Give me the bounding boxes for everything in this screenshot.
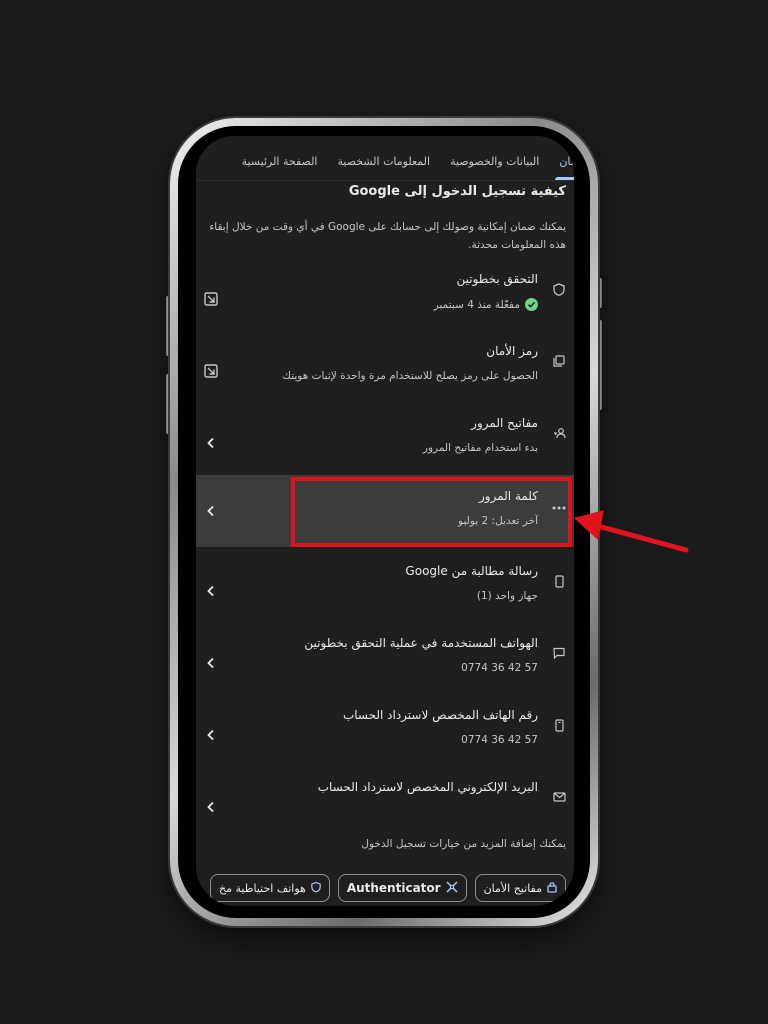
chevron-left-icon[interactable] — [200, 796, 222, 818]
chip-label: هواتف احتياطية مخ — [219, 881, 306, 895]
row-subtitle: مفعّلة منذ 4 سبتمبر — [434, 298, 538, 311]
chevron-left-icon[interactable] — [200, 724, 222, 746]
backup-phones-chip[interactable]: هواتف احتياطية مخ — [210, 874, 330, 902]
person-key-icon — [552, 426, 566, 440]
shield-icon — [311, 881, 321, 896]
row-title: رسالة مطالبة من Google — [405, 564, 538, 578]
external-link-icon[interactable] — [200, 360, 222, 382]
security-keys-chip[interactable]: مفاتيح الأمان — [474, 874, 566, 902]
row-passkeys[interactable]: مفاتيح المرور بدء استخدام مفاتيح المرور — [196, 408, 574, 480]
tab-personal-info[interactable]: المعلومات الشخصية — [328, 155, 441, 180]
row-subtitle: الحصول على رمز يصلح للاستخدام مرة واحدة … — [282, 370, 538, 382]
row-subtitle: 0774 36 42 57 — [461, 662, 538, 674]
tab-data-privacy[interactable]: البيانات والخصوصية — [440, 155, 549, 180]
row-recovery-email[interactable]: البريد الإلكتروني المخصص لاسترداد الحساب — [196, 772, 574, 844]
row-subtitle: بدء استخدام مفاتيح المرور — [422, 442, 538, 454]
shield-icon — [552, 282, 566, 296]
chip-label: Authenticator — [346, 881, 441, 895]
row-title: التحقق بخطوتين — [456, 272, 538, 286]
section-description: يمكنك ضمان إمكانية وصولك إلى حسابك على G… — [209, 221, 566, 251]
row-security-code[interactable]: رمز الأمان الحصول على رمز يصلح للاستخدام… — [196, 336, 574, 408]
row-recovery-phone[interactable]: رقم الهاتف المخصص لاسترداد الحساب 0774 3… — [196, 700, 574, 772]
more-options-text: يمكنك إضافة المزيد من خيارات تسجيل الدخو… — [361, 838, 566, 850]
highlight-box — [291, 477, 572, 547]
row-two-step-verification[interactable]: التحقق بخطوتين مفعّلة منذ 4 سبتمبر — [196, 264, 574, 336]
row-title: رقم الهاتف المخصص لاسترداد الحساب — [342, 708, 538, 722]
row-subtitle: جهاز واحد (1) — [476, 590, 538, 602]
authenticator-icon — [446, 880, 458, 896]
chevron-left-icon[interactable] — [200, 432, 222, 454]
row-subtitle: 0774 36 42 57 — [461, 734, 538, 746]
row-two-step-phones[interactable]: الهواتف المستخدمة في عملية التحقق بخطوتي… — [196, 628, 574, 700]
red-arrow-icon — [574, 510, 689, 553]
row-title: رمز الأمان — [486, 344, 538, 358]
authenticator-chip[interactable]: Authenticator — [337, 874, 467, 902]
section-title: كيفية تسجيل الدخول إلى Google — [348, 184, 566, 199]
tab-bar: الأمان البيانات والخصوصية المعلومات الشخ… — [196, 136, 574, 181]
chip-label: مفاتيح الأمان — [483, 881, 542, 895]
mobile-icon — [552, 718, 566, 732]
check-circle-icon — [525, 298, 538, 311]
message-icon — [552, 646, 566, 660]
status-text: مفعّلة منذ 4 سبتمبر — [433, 298, 520, 311]
mail-icon — [552, 790, 566, 804]
tab-security[interactable]: الأمان — [549, 155, 574, 180]
copy-code-icon — [552, 354, 566, 368]
chevron-left-icon[interactable] — [200, 652, 222, 674]
chevron-left-icon[interactable] — [200, 580, 222, 602]
row-title: الهواتف المستخدمة في عملية التحقق بخطوتي… — [304, 636, 538, 650]
chevron-left-icon[interactable] — [200, 500, 222, 522]
sign-in-options-chips: مفاتيح الأمان Authenticator هواتف احتياط… — [210, 874, 566, 902]
external-link-icon[interactable] — [200, 288, 222, 310]
phone-icon — [552, 574, 566, 588]
row-google-prompt[interactable]: رسالة مطالبة من Google جهاز واحد (1) — [196, 556, 574, 628]
row-title: البريد الإلكتروني المخصص لاسترداد الحساب — [317, 780, 538, 794]
row-title: مفاتيح المرور — [471, 416, 538, 430]
lock-icon — [547, 881, 557, 896]
tab-home[interactable]: الصفحة الرئيسية — [232, 155, 328, 180]
